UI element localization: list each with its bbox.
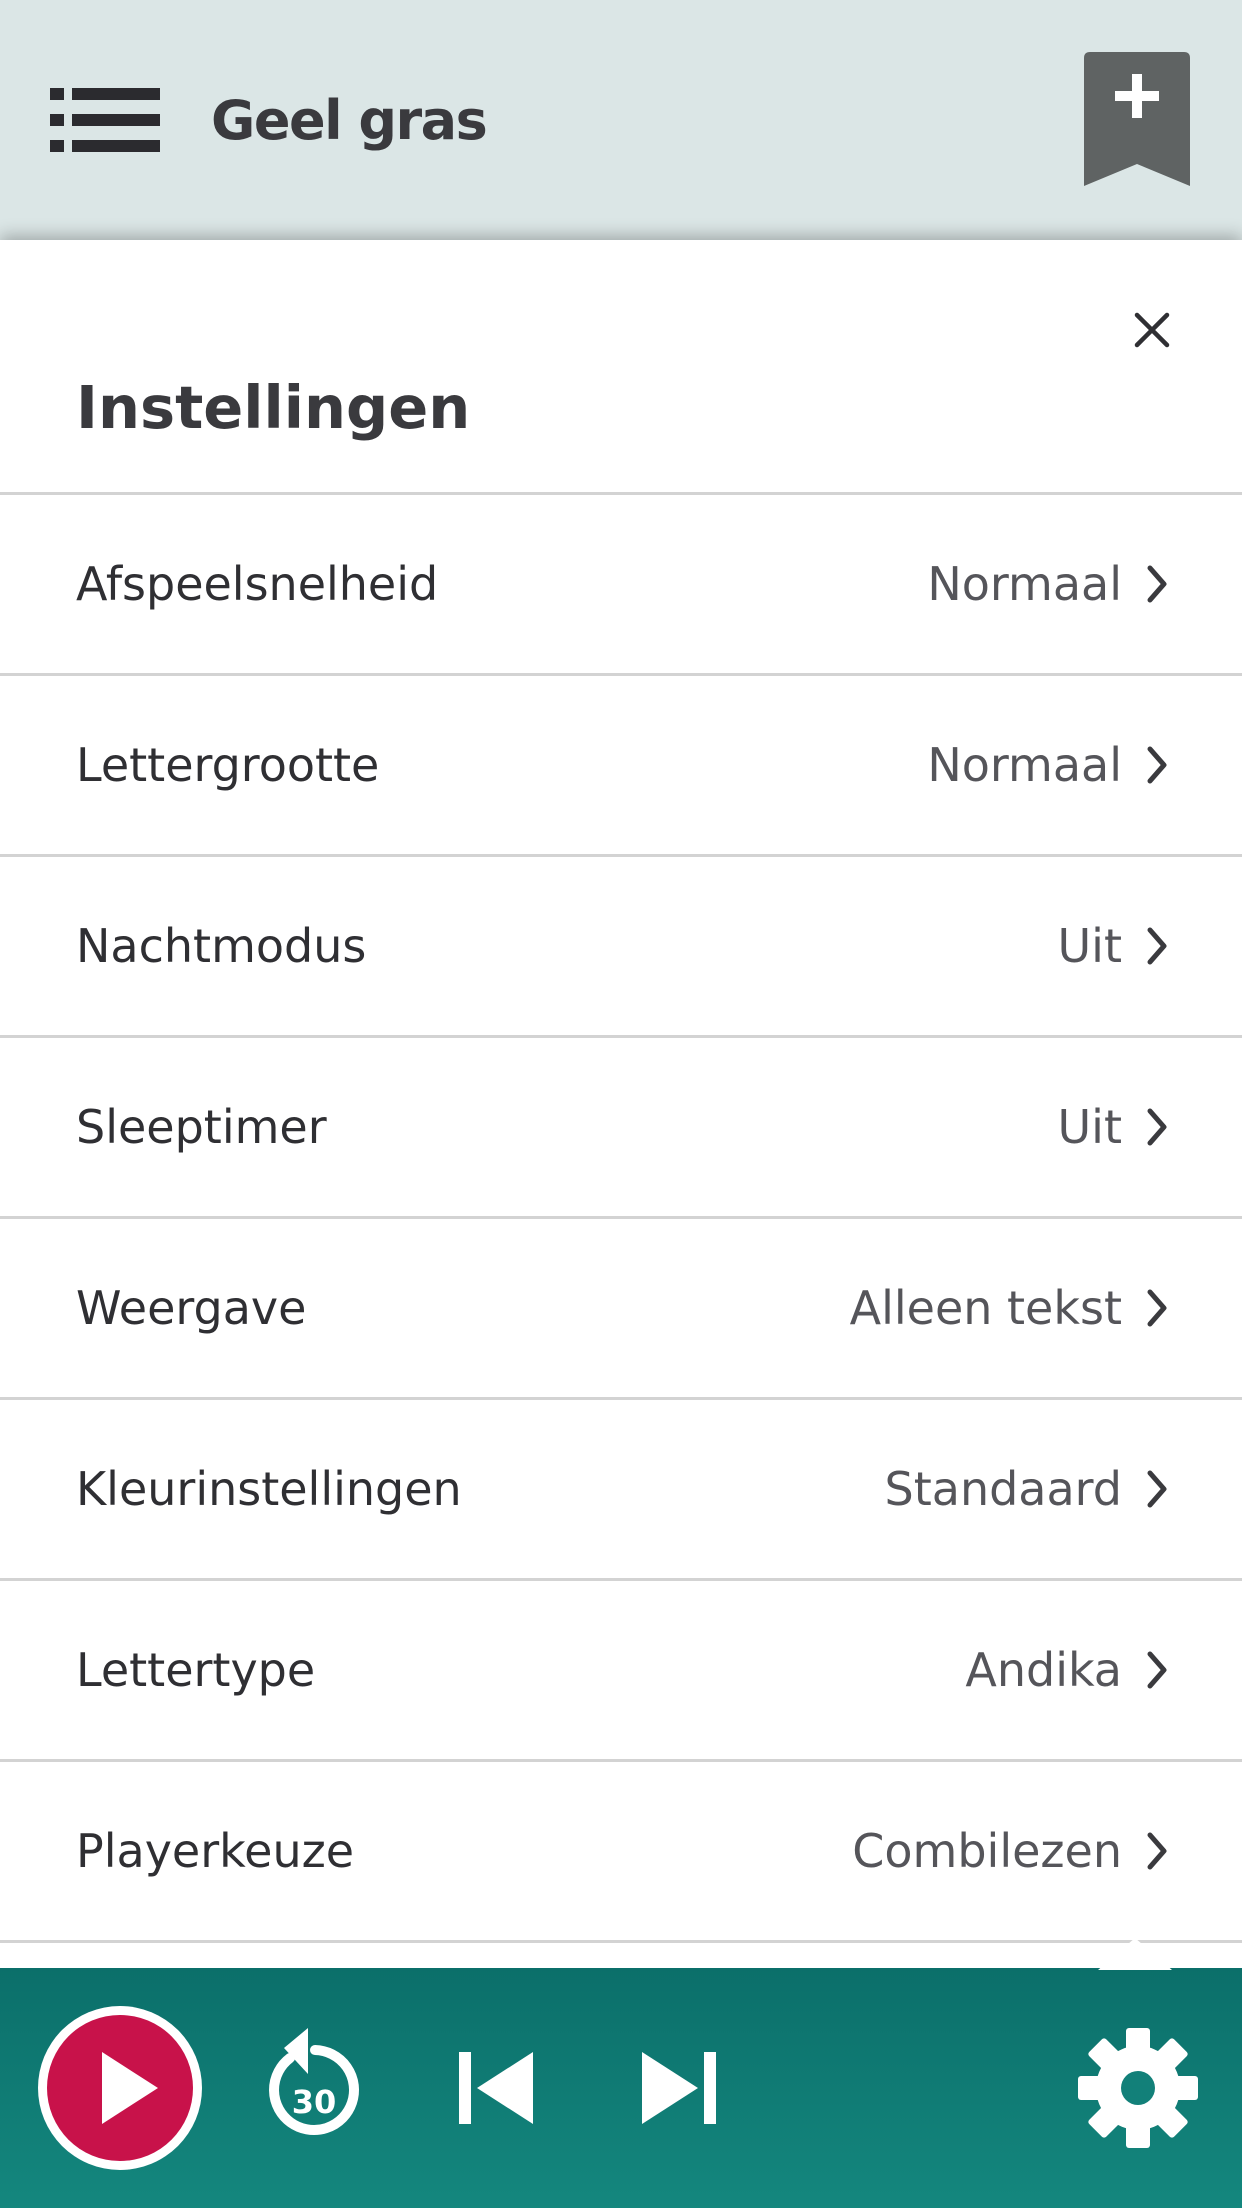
settings-row-playerkeuze[interactable]: Playerkeuze Combilezen (0, 1759, 1242, 1940)
chevron-right-icon (1147, 1289, 1167, 1327)
settings-list: Afspeelsnelheid Normaal Lettergrootte No… (0, 492, 1242, 1983)
settings-row-lettertype[interactable]: Lettertype Andika (0, 1578, 1242, 1759)
top-bar: Geel gras (0, 0, 1242, 240)
settings-button[interactable] (1074, 2024, 1202, 2152)
skip-previous-icon (459, 2052, 533, 2124)
list-menu-icon[interactable] (50, 88, 160, 152)
play-icon (38, 2006, 202, 2170)
rewind-30-button[interactable]: 30 (258, 2018, 368, 2158)
skip-next-icon (642, 2052, 716, 2124)
settings-popover-pointer (1098, 1938, 1172, 1970)
setting-value: Normaal (927, 738, 1122, 792)
setting-label: Weergave (76, 1281, 307, 1335)
setting-value: Uit (1057, 919, 1123, 973)
setting-value: Alleen tekst (849, 1281, 1122, 1335)
setting-label: Lettergrootte (76, 738, 380, 792)
setting-label: Kleurinstellingen (76, 1462, 462, 1516)
skip-next-button[interactable] (638, 2050, 720, 2126)
book-title: Geel gras (211, 89, 488, 152)
settings-panel: Instellingen Afspeelsnelheid Normaal Let… (0, 240, 1242, 1968)
bookmark-add-icon (1084, 52, 1190, 186)
chevron-right-icon (1147, 565, 1167, 603)
close-icon (1134, 312, 1170, 348)
chevron-right-icon (1147, 1108, 1167, 1146)
setting-label: Lettertype (76, 1643, 316, 1697)
setting-value: Andika (965, 1643, 1122, 1697)
settings-row-nachtmodus[interactable]: Nachtmodus Uit (0, 854, 1242, 1035)
panel-title: Instellingen (76, 373, 471, 442)
skip-previous-button[interactable] (455, 2050, 537, 2126)
settings-row-afspeelsnelheid[interactable]: Afspeelsnelheid Normaal (0, 492, 1242, 673)
rewind-30-icon: 30 (269, 2028, 360, 2135)
setting-value: Uit (1057, 1100, 1123, 1154)
chevron-right-icon (1147, 746, 1167, 784)
chevron-right-icon (1147, 1470, 1167, 1508)
bookmark-add-button[interactable] (1084, 52, 1190, 186)
settings-row-kleurinstellingen[interactable]: Kleurinstellingen Standaard (0, 1397, 1242, 1578)
audio-player-bar: 30 (0, 1968, 1242, 2208)
chevron-right-icon (1147, 1651, 1167, 1689)
setting-label: Sleeptimer (76, 1100, 327, 1154)
chevron-right-icon (1147, 927, 1167, 965)
setting-value: Normaal (927, 557, 1122, 611)
rewind-seconds-label: 30 (292, 2083, 337, 2121)
settings-row-weergave[interactable]: Weergave Alleen tekst (0, 1216, 1242, 1397)
play-button[interactable] (36, 2004, 204, 2172)
setting-label: Afspeelsnelheid (76, 557, 439, 611)
close-button[interactable] (1120, 298, 1184, 362)
setting-label: Nachtmodus (76, 919, 367, 973)
settings-gear-icon (1078, 2028, 1198, 2148)
settings-row-sleeptimer[interactable]: Sleeptimer Uit (0, 1035, 1242, 1216)
setting-value: Combilezen (852, 1824, 1122, 1878)
settings-row-lettergrootte[interactable]: Lettergrootte Normaal (0, 673, 1242, 854)
setting-value: Standaard (884, 1462, 1122, 1516)
chevron-right-icon (1147, 1832, 1167, 1870)
setting-label: Playerkeuze (76, 1824, 355, 1878)
